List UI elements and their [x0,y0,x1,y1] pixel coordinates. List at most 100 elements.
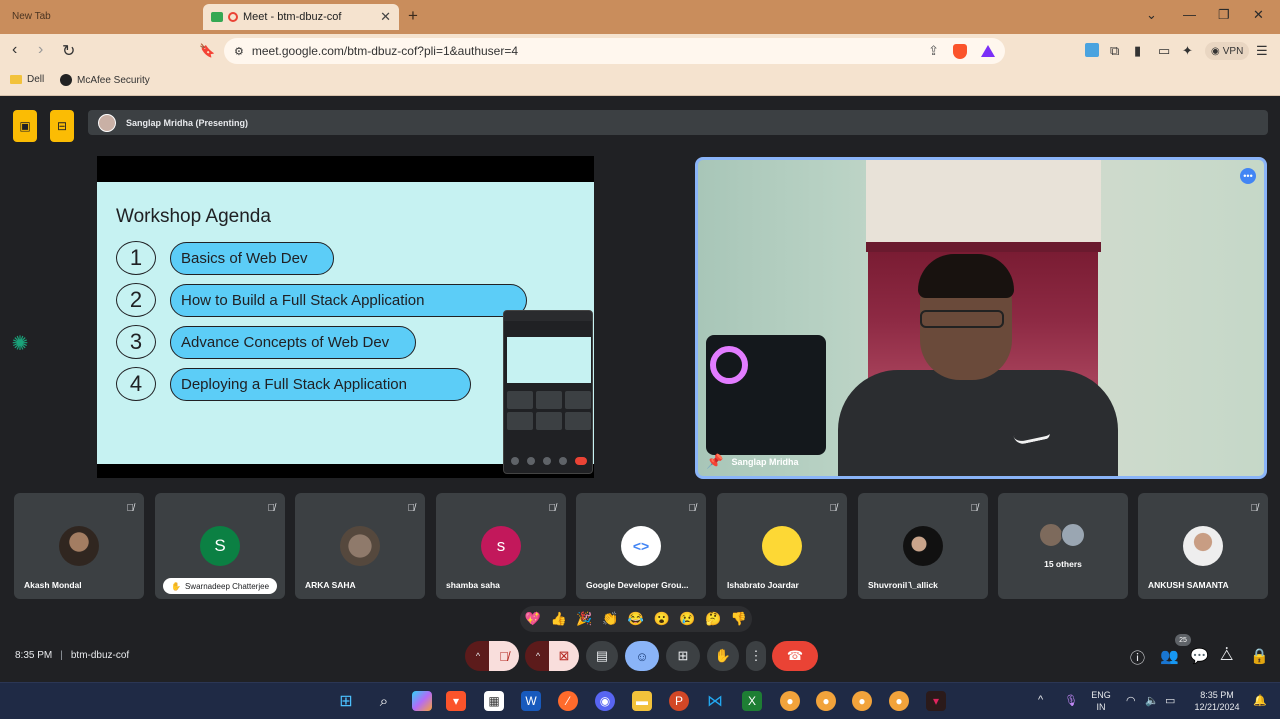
emoji-reactions-button[interactable]: ☺ [625,641,659,671]
extension-icon[interactable] [1085,43,1099,57]
participant-tile-others[interactable]: 15 others [998,493,1128,599]
participant-tile[interactable]: 🎙̸ Shuvronil ̄\_allick [858,493,988,599]
minimize-button[interactable]: — [1183,7,1196,22]
participant-tile[interactable]: 🎙̸ ARKA SAHA [295,493,425,599]
battery-icon[interactable]: ▭ [1165,694,1175,707]
bookmark-mcafee[interactable]: McAfee Security [60,74,150,86]
avatar [59,526,99,566]
language-indicator[interactable]: ENG IN [1088,689,1114,713]
participant-tile[interactable]: 🎙̸ s shamba saha [436,493,566,599]
chat-icon[interactable]: 💬 [1190,647,1209,665]
site-info-icon[interactable]: ⚙ [234,45,244,58]
participant-tile[interactable]: 🎙̸ Ishabrato Joardar [717,493,847,599]
participant-tile[interactable]: 🎙̸ ANKUSH SAMANTA [1138,493,1268,599]
more-options-icon[interactable]: ••• [1240,168,1256,184]
start-icon[interactable]: ⊞ [336,691,356,711]
close-tab-icon[interactable]: ✕ [380,9,391,25]
more-options-button[interactable]: ⋮ [746,641,766,671]
tab-meet[interactable]: Meet - btm-dbuz-cof ✕ [203,4,399,30]
meeting-details-icon[interactable]: ⓘ [1130,647,1145,668]
brave-rewards-icon[interactable] [981,45,995,57]
presenter-avatar [98,113,116,132]
present-button[interactable]: ⊞ [666,641,700,671]
bookmark-icon[interactable]: 🔖 [199,43,215,59]
wallet-icon[interactable]: ▭ [1158,43,1170,59]
ai-assistant-icon[interactable]: ✺ [6,329,34,357]
participant-tile[interactable]: 🎙̸ <> Google Developer Grou... [576,493,706,599]
reaction-heart[interactable]: 💖 [525,611,541,627]
new-tab-button[interactable]: + [408,6,418,26]
raise-hand-button[interactable]: ✋ [707,641,739,671]
excel-icon[interactable]: X [742,691,762,711]
store-icon[interactable]: ▦ [484,691,504,711]
forward-button[interactable]: › [38,41,43,59]
mic-muted-icon: 🎙̸ [829,503,838,514]
search-icon[interactable]: ⌕ [374,691,394,711]
tray-overflow-icon[interactable]: ^ [1038,694,1043,706]
sidebar-icon[interactable]: ▮ [1134,43,1141,59]
brave-taskbar-icon[interactable]: ▾ [446,691,466,711]
reaction-surprised[interactable]: 😮 [654,611,670,627]
app-icon[interactable]: ▾ [926,691,946,711]
medal-icon[interactable]: ● [816,691,836,711]
reload-button[interactable]: ↻ [62,41,75,61]
leave-call-button[interactable]: ☎ [772,641,818,671]
people-icon[interactable]: 👥 [1160,647,1179,665]
bookmark-dell[interactable]: Dell [10,74,44,85]
back-button[interactable]: ‹ [12,41,17,59]
share-icon[interactable]: ⇪ [928,43,939,59]
reaction-clap[interactable]: 👏 [602,611,618,627]
reactions-bar: 💖 👍 🎉 👏 😂 😮 😢 🤔 👎 [520,606,752,632]
vscode-icon[interactable]: ⋈ [705,691,725,711]
tab-search-icon[interactable]: ⌄ [1146,7,1157,23]
reaction-thinking[interactable]: 🤔 [705,611,721,627]
reaction-thumbs-down[interactable]: 👎 [731,611,747,627]
vpn-shield-icon: ◉ [1211,45,1220,57]
others-count: 15 others [1044,559,1082,569]
word-icon[interactable]: W [521,691,541,711]
captions-button[interactable]: ▤ [586,641,618,671]
mic-tray-icon[interactable]: 🎙 [1064,694,1078,707]
reaction-thumbs-up[interactable]: 👍 [551,611,567,627]
close-window-button[interactable]: ✕ [1253,7,1264,23]
volume-icon[interactable]: 🔈 [1145,694,1159,707]
extensions-puzzle-icon[interactable]: ⧉ [1110,43,1119,59]
host-controls-icon[interactable]: 🔒 [1250,647,1269,665]
powerpoint-icon[interactable]: P [669,691,689,711]
medal-icon[interactable]: ● [780,691,800,711]
hide-panel-button[interactable]: ▣ [13,110,37,142]
participant-name: Akash Mondal [24,580,82,590]
mic-toggle-button[interactable]: 🎙̸ [489,641,519,671]
medal-icon[interactable]: ● [852,691,872,711]
reaction-laugh[interactable]: 😂 [628,611,644,627]
leo-ai-icon[interactable]: ✦ [1182,43,1193,59]
video-options-button[interactable]: ^ [525,641,551,671]
layout-button[interactable]: ⊟ [50,110,74,142]
spotlight-name-tag: 📌 Sanglap Mridha [706,453,798,470]
notification-icon[interactable]: 🔔 [1253,694,1267,707]
audio-options-button[interactable]: ^ [465,641,491,671]
camera-toggle-button[interactable]: ⊠ [549,641,579,671]
address-bar[interactable]: ⚙ meet.google.com/btm-dbuz-cof?pli=1&aut… [224,38,1005,64]
meeting-code: btm-dbuz-cof [70,650,130,661]
medal-icon[interactable]: ● [889,691,909,711]
vpn-button[interactable]: ◉ VPN [1205,42,1250,60]
participant-tile[interactable]: 🎙̸ S ✋ Swarnadeep Chatterjee [155,493,285,599]
brave-shields-icon[interactable] [953,43,967,59]
pin-icon[interactable]: 📌 [706,453,723,470]
participant-tile[interactable]: 🎙̸ Akash Mondal [14,493,144,599]
maximize-button[interactable]: ❐ [1218,7,1230,23]
clock[interactable]: 8:35 PM 12/21/2024 [1186,689,1248,713]
avatar [1039,523,1063,547]
wifi-icon[interactable]: ◠ [1126,694,1136,707]
reaction-sad[interactable]: 😢 [679,611,695,627]
file-explorer-icon[interactable]: ▬ [632,691,652,711]
copilot-icon[interactable] [412,691,432,711]
reaction-party[interactable]: 🎉 [576,611,592,627]
menu-icon[interactable]: ☰ [1256,43,1268,59]
discord-icon[interactable]: ◉ [595,691,615,711]
tab-new-tab[interactable]: New Tab [12,11,51,22]
app-icon[interactable]: ⁄ [558,691,578,711]
activities-icon[interactable]: ⧊ [1220,647,1233,664]
spotlight-video[interactable]: ••• 📌 Sanglap Mridha [695,157,1267,479]
